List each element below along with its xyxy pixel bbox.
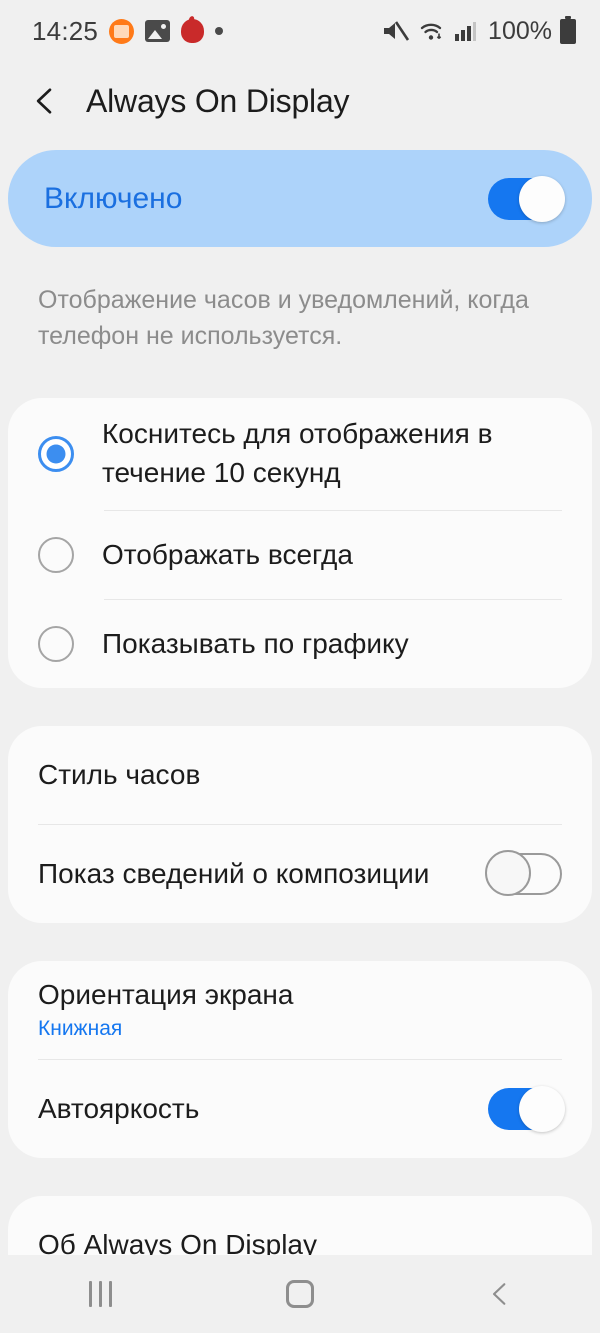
page-header: Always On Display (0, 62, 600, 140)
page-title: Always On Display (86, 82, 350, 119)
nav-recents-button[interactable] (55, 1264, 145, 1324)
mode-option-label-0: Коснитесь для отображения в течение 10 с… (102, 418, 493, 488)
nav-back-button[interactable] (455, 1264, 545, 1324)
clock-style-label: Стиль часов (38, 759, 201, 790)
auto-brightness-row[interactable]: Автояркость (8, 1060, 592, 1158)
screen-orientation-row[interactable]: Ориентация экрана Книжная (8, 961, 592, 1059)
status-bar: 14:25 100% (0, 0, 600, 62)
mode-option-row-1[interactable]: Отображать всегда (8, 511, 592, 599)
radio-icon[interactable] (38, 537, 74, 573)
phone-screen: 14:25 100% Always On Display Включено От… (0, 0, 600, 1333)
back-chevron-icon[interactable] (30, 86, 60, 116)
red-app-icon (181, 19, 205, 43)
back-icon (492, 1283, 506, 1305)
music-info-label: Показ сведений о композиции (38, 858, 430, 889)
clock-style-row[interactable]: Стиль часов (8, 726, 592, 824)
clock-style-text: Стиль часов (38, 759, 200, 791)
screen-orientation-value: Книжная (38, 1017, 123, 1040)
status-time: 14:25 (32, 15, 99, 46)
page-description: Отображение часов и уведомлений, когда т… (38, 286, 529, 350)
nav-home-button[interactable] (255, 1264, 345, 1324)
screen-orientation-label: Ориентация экрана (38, 979, 294, 1010)
dot-icon (215, 27, 224, 35)
recents-icon (88, 1281, 112, 1307)
radio-icon-selected[interactable] (38, 436, 74, 472)
music-info-text: Показ сведений о композиции (38, 858, 429, 890)
master-switch-toggle[interactable] (488, 175, 565, 222)
mode-option-row-2[interactable]: Показывать по графику (8, 600, 592, 688)
battery-icon (560, 15, 576, 44)
mode-options-card: Коснитесь для отображения в течение 10 с… (8, 398, 592, 688)
orange-app-icon (109, 18, 135, 44)
settings-group-card: Стиль часов Показ сведений о композиции (8, 726, 592, 923)
gallery-icon (145, 20, 171, 42)
mode-option-label-2: Показывать по графику (102, 627, 409, 659)
signal-bars-icon (455, 22, 477, 41)
mode-option-row-0[interactable]: Коснитесь для отображения в течение 10 с… (8, 398, 592, 510)
radio-icon[interactable] (38, 626, 74, 662)
home-icon (286, 1280, 314, 1308)
battery-percent: 100% (488, 16, 552, 45)
master-switch-card[interactable]: Включено (8, 150, 592, 247)
display-group-card: Ориентация экрана Книжная Автояркость (8, 961, 592, 1158)
master-switch-label: Включено (44, 181, 183, 215)
mode-option-label-1: Отображать всегда (102, 538, 353, 570)
status-bar-left: 14:25 (32, 15, 224, 47)
status-bar-right: 100% (382, 15, 576, 46)
screen-orientation-text: Ориентация экрана Книжная (38, 979, 293, 1041)
music-info-toggle[interactable] (485, 850, 562, 896)
wifi-icon (420, 23, 442, 40)
auto-brightness-text: Автояркость (38, 1093, 199, 1125)
auto-brightness-label: Автояркость (38, 1093, 200, 1124)
auto-brightness-toggle[interactable] (488, 1086, 565, 1132)
navigation-bar (0, 1255, 600, 1333)
music-info-row[interactable]: Показ сведений о композиции (8, 825, 592, 923)
mute-icon (384, 21, 410, 41)
